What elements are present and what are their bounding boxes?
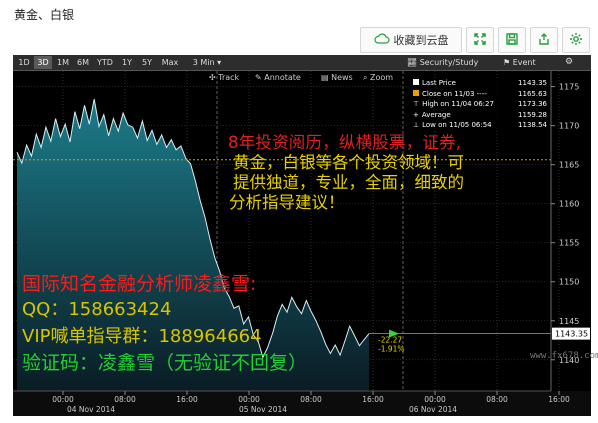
save-to-cloud-label: 收藏到云盘 xyxy=(393,34,449,47)
promo-line-1: 8年投资阅历，纵横股票，证券, xyxy=(228,133,462,152)
gear-icon: ⚙ xyxy=(565,57,574,67)
chevron-down-icon: ▾ xyxy=(217,58,222,67)
analyst-name: 国际知名金融分析师凌鑫雪: xyxy=(22,273,257,295)
vip-group: VIP喊单指导群：188964664 xyxy=(22,326,262,347)
legend-value: 1173.36 xyxy=(518,100,547,108)
x-tick-label: 08:00 xyxy=(300,395,322,404)
news-label: News xyxy=(331,73,353,82)
zoom-label: Zoom xyxy=(370,73,394,82)
low-marker-icon: ⊥ xyxy=(413,121,420,129)
range-1m[interactable]: 1M xyxy=(54,56,72,69)
range-5y[interactable]: 5Y xyxy=(138,56,156,69)
verification-note: 验证码：凌鑫雪（无验证不回复） xyxy=(22,352,308,374)
change-absolute: -22.27 xyxy=(378,336,402,345)
event-label: Event xyxy=(512,58,536,67)
range-interval[interactable]: 3 Min ▾ xyxy=(185,56,229,69)
share-icon xyxy=(537,31,551,50)
interval-label: 3 Min xyxy=(192,58,215,67)
settings-button[interactable] xyxy=(562,27,590,53)
legend-label: Low on 11/05 06:54 xyxy=(422,121,492,129)
expand-icon xyxy=(473,31,487,50)
pencil-icon: ✎ xyxy=(255,73,262,82)
y-tick-label: 1165 xyxy=(559,161,579,170)
promo-line-3: 提供独道，专业，全面，细致的 xyxy=(233,173,464,192)
search-icon: ⌕ xyxy=(363,73,368,82)
news-button[interactable]: ▤ News xyxy=(321,71,353,84)
chart-terminal: -22.27 -1.91% 1140 1145 1150 1155 1160 1165 1170… xyxy=(13,55,591,416)
legend-label: Last Price xyxy=(422,79,456,87)
move-icon: ✣ xyxy=(209,73,216,82)
save-icon xyxy=(505,31,519,50)
legend-label: High on 11/04 06:27 xyxy=(422,100,494,108)
range-1d[interactable]: 1D xyxy=(15,56,33,69)
legend-value: 1143.35 xyxy=(518,79,547,87)
y-tick-label: 1170 xyxy=(559,122,579,131)
legend-value: 1159.28 xyxy=(518,110,547,119)
range-bar: 1D 3D 1M 6M YTD 1Y 5Y Max 3 Min ▾ 📈︎ Sec… xyxy=(13,55,591,71)
toolbar: 收藏到云盘 xyxy=(360,27,590,53)
legend-close: Close on 11/03 ---- 1165.63 xyxy=(407,89,549,100)
y-tick-label: 1145 xyxy=(559,317,579,326)
chart-settings-button[interactable]: ⚙ xyxy=(565,56,573,69)
share-button[interactable] xyxy=(530,27,558,53)
x-tick-label: 00:00 xyxy=(52,395,74,404)
save-to-cloud-button[interactable]: 收藏到云盘 xyxy=(360,27,462,53)
x-tick-label: 00:00 xyxy=(238,395,260,404)
gear-icon xyxy=(569,31,583,50)
y-tick-label: 1155 xyxy=(559,239,579,248)
range-ytd[interactable]: YTD xyxy=(94,56,116,69)
legend-label: Average xyxy=(421,110,451,119)
legend-low: ⊥ Low on 11/05 06:54 1138.54 xyxy=(407,120,549,131)
change-percent: -1.91% xyxy=(378,345,405,354)
track-label: Track xyxy=(218,73,240,82)
save-button[interactable] xyxy=(498,27,526,53)
range-3d[interactable]: 3D xyxy=(34,56,52,69)
legend-swatch-white xyxy=(413,79,419,85)
legend-swatch-orange xyxy=(413,89,419,96)
track-button[interactable]: ✣ Track xyxy=(209,71,239,84)
high-marker-icon: ⊤ xyxy=(413,100,420,108)
y-tick-label: 1150 xyxy=(559,278,579,287)
fullscreen-button[interactable] xyxy=(466,27,494,53)
site-watermark: www.fx678.com xyxy=(530,351,598,361)
x-tick-label: 16:00 xyxy=(548,395,570,404)
qq-contact: QQ：158663424 xyxy=(22,299,172,320)
legend-value: 1165.63 xyxy=(518,89,547,98)
flag-icon: ⚑ xyxy=(503,58,511,67)
promo-line-4: 分析指导建议！ xyxy=(229,193,345,212)
range-1y[interactable]: 1Y xyxy=(118,56,136,69)
y-tick-label: 1160 xyxy=(559,200,579,209)
cloud-icon xyxy=(373,33,390,47)
date-label: 05 Nov 2014 xyxy=(239,405,287,414)
average-marker-icon: + xyxy=(413,110,419,119)
zoom-button[interactable]: ⌕ Zoom xyxy=(363,71,393,84)
page-title: 黄金、白银 xyxy=(14,8,75,22)
annotate-label: Annotate xyxy=(264,73,301,82)
legend-average: + Average 1159.28 xyxy=(407,110,549,121)
legend-last-price: Last Price 1143.35 xyxy=(407,78,549,89)
x-tick-label: 00:00 xyxy=(424,395,446,404)
chart-legend: Last Price 1143.35 Close on 11/03 ---- 1… xyxy=(407,78,549,131)
annotate-button[interactable]: ✎ Annotate xyxy=(255,71,301,84)
range-max[interactable]: Max xyxy=(158,56,182,69)
legend-label: Close on 11/03 ---- xyxy=(422,89,487,98)
price-tag-label: 1143.35 xyxy=(555,330,588,339)
legend-high: ⊤ High on 11/04 06:27 1173.36 xyxy=(407,99,549,110)
event-button[interactable]: ⚑ Event xyxy=(503,56,536,69)
chart-line-icon: 📈︎ xyxy=(407,58,418,67)
date-label: 06 Nov 2014 xyxy=(409,405,457,414)
x-tick-label: 16:00 xyxy=(176,395,198,404)
legend-value: 1138.54 xyxy=(518,121,547,129)
x-tick-label: 08:00 xyxy=(114,395,136,404)
news-icon: ▤ xyxy=(321,73,329,82)
x-tick-label: 08:00 xyxy=(486,395,508,404)
range-6m[interactable]: 6M xyxy=(74,56,92,69)
date-label: 04 Nov 2014 xyxy=(67,405,115,414)
promo-line-2: 黄金，白银等各个投资领域！可 xyxy=(233,153,464,172)
security-study-label: Security/Study xyxy=(419,58,479,67)
security-study-button[interactable]: 📈︎ Security/Study xyxy=(407,56,478,69)
x-tick-label: 16:00 xyxy=(362,395,384,404)
